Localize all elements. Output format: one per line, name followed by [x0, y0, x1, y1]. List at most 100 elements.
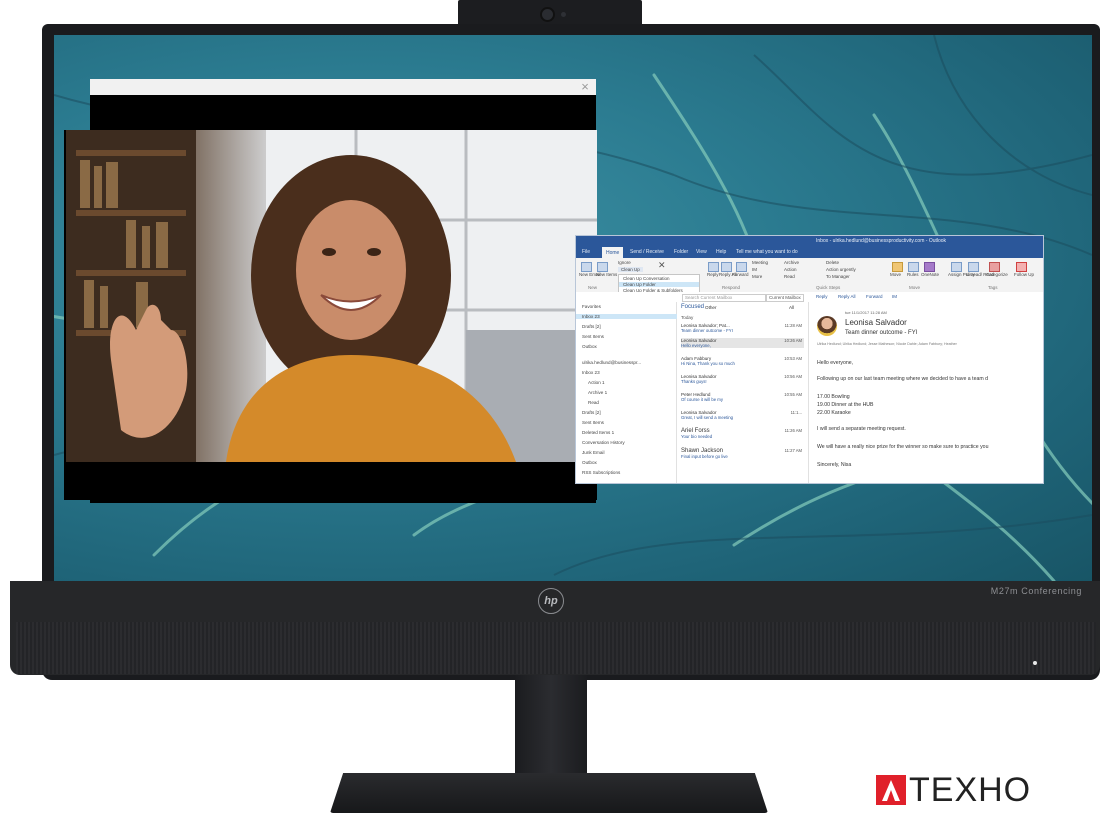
- folder-sent-favorite[interactable]: Sent Items: [582, 334, 604, 339]
- body-line: Hello everyone,: [817, 360, 854, 366]
- model-label: M27m Conferencing: [990, 586, 1082, 596]
- folder-inbox[interactable]: Inbox 23: [582, 370, 600, 375]
- message-item[interactable]: Shawn Jackson Final input before go live…: [681, 448, 804, 459]
- participant-video: [66, 130, 597, 462]
- message-subject: Hi Nina, Thank you so much: [681, 361, 735, 366]
- folder-outbox[interactable]: Outbox: [582, 460, 597, 465]
- message-item[interactable]: Ariel Forss Your bio needed 11:26 AM: [681, 428, 804, 439]
- reading-action-im[interactable]: IM: [892, 294, 897, 299]
- quickstep-to-manager[interactable]: To Manager: [826, 274, 850, 279]
- recipients: Ulrika Hedlund; Ulrika Hedlund; Jesse Ma…: [817, 342, 957, 346]
- folder-outbox-favorite[interactable]: Outbox: [582, 344, 597, 349]
- body-line: 22.00 Karaoke: [817, 410, 851, 416]
- filter-dropdown[interactable]: All: [789, 305, 794, 310]
- im-button[interactable]: IM: [752, 267, 757, 272]
- clean-up-button[interactable]: Clean Up: [618, 267, 643, 272]
- follow-up-button[interactable]: Follow Up: [1014, 272, 1034, 277]
- mailbox-account[interactable]: ulrika.hedlund@businesspr...: [582, 360, 641, 365]
- folder-inbox-favorite[interactable]: Inbox 23: [576, 314, 682, 319]
- body-line: We will have a really nice prize for the…: [817, 444, 989, 450]
- rules-icon: [908, 262, 919, 272]
- sender-name: Leonisa Salvador: [845, 318, 907, 327]
- folder-action[interactable]: Action 1: [588, 380, 605, 385]
- participant-silhouette: [66, 130, 597, 462]
- stand-neck: [515, 675, 587, 783]
- outlook-window[interactable]: Inbox - ulrika.hedlund@businessproductiv…: [576, 236, 1043, 483]
- search-input[interactable]: Search Current Mailbox: [682, 294, 766, 302]
- message-subject: Thanks guys!: [681, 379, 707, 384]
- tab-other[interactable]: Other: [705, 305, 717, 310]
- tab-focused[interactable]: Focused: [681, 304, 704, 310]
- move-icon: [892, 262, 903, 272]
- reply-icon: [708, 262, 719, 272]
- follow-up-flag-icon: [1016, 262, 1027, 272]
- quickstep-archive[interactable]: Archive: [784, 260, 799, 265]
- onenote-button[interactable]: OneNote: [921, 272, 939, 277]
- new-items-button[interactable]: New Items: [596, 272, 617, 277]
- tab-folder[interactable]: Folder: [674, 249, 688, 255]
- folder-drafts-favorite[interactable]: Drafts [2]: [582, 324, 601, 329]
- message-time: 10:55 AM: [784, 392, 802, 397]
- search-scope-dropdown[interactable]: Current Mailbox: [766, 294, 804, 302]
- message-item-selected[interactable]: Leonisa Salvador Hello everyone, 10:26 A…: [681, 338, 804, 348]
- tab-send-receive[interactable]: Send / Receive: [630, 249, 664, 255]
- ignore-button[interactable]: Ignore: [618, 260, 631, 265]
- message-item[interactable]: Leonisa Salvador Thanks guys! 10:56 AM: [681, 374, 804, 384]
- folder-archive[interactable]: Archive 1: [588, 390, 607, 395]
- folder-read[interactable]: Read: [588, 400, 599, 405]
- folder-deleted-items[interactable]: Deleted Items 1: [582, 430, 614, 435]
- rules-button[interactable]: Rules: [907, 272, 919, 277]
- quickstep-delete[interactable]: Delete: [826, 260, 839, 265]
- group-label-respond: Respond: [722, 285, 741, 290]
- folder-sent-items[interactable]: Sent Items: [582, 420, 604, 425]
- ribbon-tabs: File Home Send / Receive Folder View Hel…: [576, 247, 1043, 260]
- tab-help[interactable]: Help: [716, 249, 726, 255]
- message-item[interactable]: Adam Fabbury Hi Nina, Thank you so much …: [681, 356, 804, 366]
- folder-junk-email[interactable]: Junk Email: [582, 450, 604, 455]
- message-subject: Hello everyone,: [681, 343, 711, 348]
- list-group-header: Today: [681, 315, 694, 320]
- message-list: Focused Other All Today Leonisa Salvador…: [677, 302, 809, 483]
- tab-view[interactable]: View: [696, 249, 707, 255]
- reading-action-forward[interactable]: Forward: [866, 294, 883, 299]
- unread-read-icon: [968, 262, 979, 272]
- meeting-button[interactable]: Meeting: [752, 260, 768, 265]
- menu-item-clean-up-conversation[interactable]: Clean Up Conversation: [623, 276, 670, 281]
- group-label-tags: Tags: [988, 285, 998, 290]
- message-time: 11:27 AM: [784, 448, 802, 453]
- stand-base: [330, 773, 768, 813]
- folder-favorites[interactable]: Favorites: [582, 304, 601, 309]
- delete-icon[interactable]: ✕: [658, 260, 666, 271]
- quickstep-action-urgently[interactable]: Action urgently: [826, 267, 856, 272]
- folder-rss[interactable]: RSS Subscriptions: [582, 470, 620, 475]
- tab-file[interactable]: File: [582, 249, 590, 255]
- close-icon[interactable]: ×: [578, 79, 592, 95]
- reading-action-reply[interactable]: Reply: [816, 294, 828, 299]
- reply-button[interactable]: Reply: [707, 272, 719, 277]
- move-button[interactable]: Move: [890, 272, 901, 277]
- message-subject: Your bio needed: [681, 434, 713, 439]
- quickstep-action[interactable]: Action: [784, 267, 797, 272]
- group-label-new: New: [588, 285, 598, 290]
- message-time: 10:26 AM: [784, 338, 802, 343]
- call-titlebar: ×: [90, 79, 596, 95]
- tell-me-box[interactable]: Tell me what you want to do: [736, 249, 798, 255]
- folder-drafts[interactable]: Drafts [2]: [582, 410, 601, 415]
- message-item[interactable]: Leonisa Salvador Great, I will send a me…: [681, 410, 804, 420]
- message-item[interactable]: Leonisa Salvador; Pat... Team dinner out…: [681, 323, 804, 333]
- menu-item-clean-up-folder[interactable]: Clean Up Folder: [619, 282, 699, 287]
- webcam-indicator: [561, 12, 566, 17]
- forward-button[interactable]: Forward: [732, 272, 749, 277]
- body-line: 19.00 Dinner at the HUB: [817, 402, 874, 408]
- webcam-lens: [542, 9, 553, 20]
- categorize-button[interactable]: Categorize: [986, 272, 1008, 277]
- body-line: 17.00 Bowling: [817, 394, 850, 400]
- new-email-icon: [581, 262, 592, 272]
- more-button[interactable]: More: [752, 274, 762, 279]
- folder-conversation-history[interactable]: Conversation History: [582, 440, 625, 445]
- message-item[interactable]: Peter Hedlund Of course it will be my 10…: [681, 392, 804, 402]
- reading-action-reply-all[interactable]: Reply All: [838, 294, 856, 299]
- hp-logo: hp: [538, 588, 564, 614]
- message-time: 10:56 AM: [784, 374, 802, 379]
- quickstep-read[interactable]: Read: [784, 274, 795, 279]
